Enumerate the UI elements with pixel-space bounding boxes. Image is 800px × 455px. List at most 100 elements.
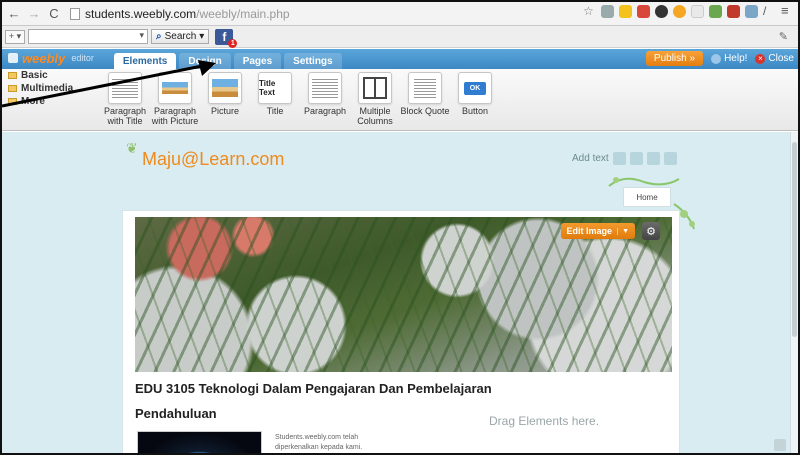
category-label: Basic [21, 70, 48, 81]
element-thumbnail [358, 72, 392, 104]
chevron-down-icon[interactable]: ▼ [617, 227, 629, 235]
search-button[interactable]: ⌕ Search ▾ [151, 29, 210, 44]
folder-icon [8, 85, 17, 92]
forward-button[interactable]: → [26, 6, 42, 22]
element-thumbnail [308, 72, 342, 104]
menu-icon[interactable]: ≡ [781, 4, 794, 18]
element-label: Title [266, 106, 284, 116]
add-button[interactable]: + ▾ [5, 29, 25, 44]
close-button[interactable]: × Close [755, 53, 794, 64]
wrench-icon[interactable]: ✎ [779, 30, 788, 43]
extension-icon[interactable] [601, 5, 614, 18]
thumbnail-text: Title Text [259, 79, 276, 97]
back-button[interactable]: ← [6, 6, 22, 22]
star-icon[interactable]: ☆ [583, 5, 596, 18]
tab-settings[interactable]: Settings [284, 53, 342, 69]
edit-image-button[interactable]: Edit Image ▼ [560, 223, 635, 239]
url-field[interactable]: students.weebly.com /weebly/main.php [70, 5, 660, 23]
vertical-scrollbar[interactable] [790, 132, 798, 453]
url-host: students.weebly.com [85, 6, 197, 21]
extension-icon[interactable] [727, 5, 740, 18]
category-basic[interactable]: Basic [2, 69, 94, 82]
thumbnail-text: OK [464, 81, 486, 95]
category-more[interactable]: More [2, 95, 94, 108]
extension-icon[interactable] [709, 5, 722, 18]
element-label: Button [461, 106, 489, 116]
logo-mark-icon [8, 53, 18, 63]
window-frame: ← → C students.weebly.com /weebly/main.p… [0, 0, 800, 455]
element-paragraph-with-title[interactable]: Paragraph with Title [100, 72, 150, 126]
tab-pages[interactable]: Pages [233, 53, 282, 69]
element-button[interactable]: OK Button [450, 72, 500, 126]
elements-panel: Basic Multimedia More Paragraph with Tit… [2, 69, 798, 131]
tab-design[interactable]: Design [179, 53, 231, 69]
folder-icon [8, 72, 17, 79]
nav-home[interactable]: Home [623, 187, 671, 207]
close-label: Close [768, 53, 794, 64]
help-label: Help! [724, 53, 748, 64]
earth-image[interactable] [137, 431, 262, 453]
element-paragraph[interactable]: Paragraph [300, 72, 350, 126]
search-toolbar: + ▾ ▾ ⌕ Search ▾ f1 ✎ [2, 26, 798, 48]
element-label: Paragraph with Title [103, 106, 147, 126]
logo-subtext: editor [71, 53, 94, 63]
scrollbar-thumb[interactable] [792, 142, 797, 337]
linkedin-icon[interactable] [646, 152, 660, 165]
browser-address-bar: ← → C students.weebly.com /weebly/main.p… [2, 2, 798, 26]
chevron-down-icon[interactable]: ▾ [139, 30, 144, 41]
element-thumbnail: Title Text [258, 72, 292, 104]
logo-text: weebly [22, 50, 66, 66]
category-label: More [21, 96, 45, 107]
category-multimedia[interactable]: Multimedia [2, 82, 94, 95]
close-icon: × [755, 53, 766, 64]
help-button[interactable]: Help! [711, 53, 747, 64]
publish-button[interactable]: Publish » [645, 51, 704, 66]
extension-icon[interactable] [655, 5, 668, 18]
element-label: Block Quote [400, 106, 450, 116]
search-input[interactable]: ▾ [28, 29, 148, 44]
page-icon [70, 7, 80, 20]
section-title[interactable]: Pendahuluan [135, 406, 217, 421]
site-title[interactable]: Maju@Learn.com [142, 149, 284, 170]
element-label: Paragraph with Picture [151, 106, 199, 126]
gmail-icon[interactable] [637, 5, 650, 18]
editor-header: weebly editor Elements Design Pages Sett… [2, 49, 798, 69]
content-area: Edit Image ▼ ⚙ EDU 3105 Teknologi Dalam … [122, 210, 680, 453]
tab-elements[interactable]: Elements [113, 53, 177, 69]
element-thumbnail [108, 72, 142, 104]
pen-icon[interactable]: / [763, 5, 776, 18]
post-title[interactable]: EDU 3105 Teknologi Dalam Pengajaran Dan … [135, 381, 492, 396]
extension-icon[interactable] [619, 5, 632, 18]
element-label: Multiple Columns [357, 106, 393, 126]
help-icon [711, 53, 722, 64]
url-path: /weebly/main.php [196, 6, 290, 21]
element-multiple-columns[interactable]: Multiple Columns [350, 72, 400, 126]
email-icon[interactable] [663, 152, 677, 165]
folder-icon [8, 98, 17, 105]
feedback-icon[interactable] [774, 439, 786, 451]
facebook-icon[interactable]: f1 [215, 28, 238, 48]
twitter-icon[interactable] [629, 152, 643, 165]
element-thumbnail [158, 72, 192, 104]
element-title[interactable]: Title Text Title [250, 72, 300, 126]
element-picture[interactable]: Picture [200, 72, 250, 126]
add-text-label[interactable]: Add text [572, 153, 609, 164]
category-list: Basic Multimedia More [2, 69, 94, 131]
chevron-down-icon: ▾ [199, 31, 205, 42]
site-canvas: ❦ Maju@Learn.com Add text Home Edit Imag… [2, 132, 790, 453]
element-block-quote[interactable]: Block Quote [400, 72, 450, 126]
paragraph-text[interactable]: Students.weebly.com telah diperkenalkan … [275, 433, 385, 453]
header-social: Add text [572, 152, 677, 165]
extension-icon[interactable] [745, 5, 758, 18]
extension-icon[interactable] [673, 5, 686, 18]
element-thumbnail [208, 72, 242, 104]
facebook-icon[interactable] [612, 152, 626, 165]
extension-icon[interactable] [691, 5, 704, 18]
search-label: Search [164, 31, 197, 42]
reload-button[interactable]: C [46, 6, 62, 22]
hero-image[interactable]: Edit Image ▼ ⚙ [135, 217, 672, 372]
edit-image-label: Edit Image [566, 226, 613, 236]
weebly-logo: weebly editor [2, 49, 100, 69]
element-paragraph-with-picture[interactable]: Paragraph with Picture [150, 72, 200, 126]
gear-icon[interactable]: ⚙ [642, 222, 660, 240]
